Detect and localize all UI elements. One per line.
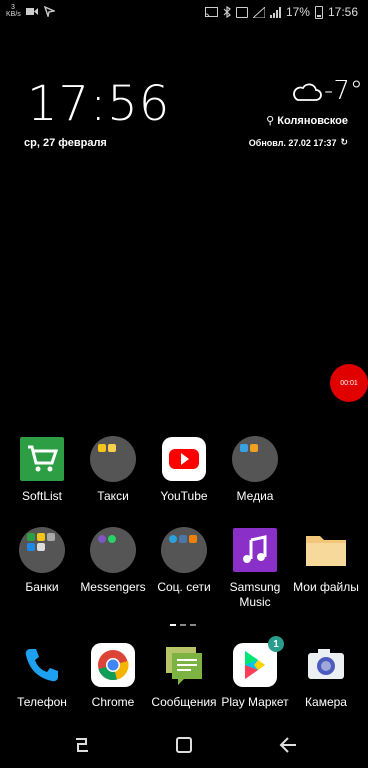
screen-recorder-button[interactable]: 00:01 bbox=[330, 364, 368, 402]
app-label: Play Маркет bbox=[221, 695, 289, 709]
dock-chrome[interactable]: Chrome bbox=[73, 642, 153, 710]
weather-updated[interactable]: Обновл. 27.02 17:37 ↻ bbox=[249, 137, 348, 148]
folder-taxi[interactable]: Такси bbox=[73, 436, 153, 504]
app-label: Мои файлы bbox=[293, 580, 359, 594]
app-softlist[interactable]: SoftList bbox=[2, 436, 82, 504]
chrome-icon bbox=[90, 642, 136, 688]
app-label: YouTube bbox=[160, 489, 208, 503]
folder-media[interactable]: Медиа bbox=[215, 436, 295, 504]
status-left: 3 KB/s bbox=[6, 4, 55, 18]
refresh-icon[interactable]: ↻ bbox=[340, 137, 348, 148]
back-button[interactable] bbox=[278, 736, 298, 754]
app-label: Соц. сети bbox=[157, 580, 211, 594]
play-store-icon: 1 bbox=[232, 636, 284, 688]
messengers-folder-icon bbox=[90, 527, 136, 573]
signal-icon bbox=[269, 6, 281, 18]
weather-temperature[interactable]: -7° bbox=[324, 76, 363, 106]
my-files-icon bbox=[303, 527, 349, 573]
recent-apps-button[interactable] bbox=[72, 736, 92, 754]
battery-icon bbox=[314, 5, 323, 19]
app-label: SoftList bbox=[21, 489, 63, 503]
status-time: 17:56 bbox=[327, 5, 358, 19]
app-my-files[interactable]: Мои файлы bbox=[286, 527, 366, 595]
social-folder-icon bbox=[161, 527, 207, 573]
status-right: 17% 17:56 bbox=[204, 5, 358, 19]
network-speed: 3 KB/s bbox=[6, 4, 21, 18]
widget-date[interactable]: ср, 27 февраля bbox=[24, 137, 107, 149]
app-label: Медиа bbox=[236, 489, 274, 503]
battery-percent: 17% bbox=[285, 5, 310, 19]
app-samsung-music[interactable]: Samsung Music bbox=[215, 527, 295, 610]
cast-icon bbox=[204, 6, 218, 17]
wifi-icon bbox=[252, 6, 265, 18]
dock-camera[interactable]: Камера bbox=[286, 642, 366, 710]
widget-clock-time[interactable]: 17:56 bbox=[27, 76, 170, 132]
softlist-cart-icon bbox=[19, 436, 65, 482]
youtube-icon bbox=[161, 436, 207, 482]
folder-social[interactable]: Соц. сети bbox=[144, 527, 224, 595]
cloud-icon[interactable] bbox=[290, 82, 322, 102]
app-label: Камера bbox=[305, 695, 347, 709]
location-pin-icon: ⚲ bbox=[266, 115, 275, 127]
app-label: Messengers bbox=[80, 580, 146, 594]
updated-text: Обновл. 27.02 17:37 bbox=[248, 137, 337, 148]
video-icon bbox=[26, 7, 38, 15]
weather-location[interactable]: ⚲ Коляновское bbox=[266, 114, 348, 127]
taxi-folder-icon bbox=[90, 436, 136, 482]
banks-folder-icon bbox=[19, 527, 65, 573]
app-label: Телефон bbox=[17, 695, 67, 709]
phone-icon bbox=[19, 642, 65, 688]
app-label: Банки bbox=[25, 580, 59, 594]
app-label: Samsung Music bbox=[229, 580, 281, 609]
app-label: Сообщения bbox=[151, 695, 217, 709]
status-bar: 3 KB/s 17% 17:56 bbox=[0, 0, 368, 28]
app-youtube[interactable]: YouTube bbox=[144, 436, 224, 504]
home-button[interactable] bbox=[174, 736, 194, 754]
app-label: Такси bbox=[97, 489, 129, 503]
recorder-time: 00:01 bbox=[340, 379, 358, 387]
page-indicator bbox=[170, 624, 196, 626]
camera-icon bbox=[303, 642, 349, 688]
folder-banks[interactable]: Банки bbox=[2, 527, 82, 595]
navigation-bar bbox=[0, 722, 368, 768]
location-name: Коляновское bbox=[277, 115, 348, 127]
dock-messages[interactable]: Сообщения bbox=[144, 642, 224, 710]
messages-icon bbox=[161, 642, 207, 688]
dock-play-store[interactable]: 1 Play Маркет bbox=[215, 636, 295, 710]
location-arrow-icon bbox=[44, 5, 55, 17]
media-folder-icon bbox=[232, 436, 278, 482]
dock-phone[interactable]: Телефон bbox=[2, 642, 82, 710]
nfc-icon bbox=[235, 6, 248, 18]
app-label: Chrome bbox=[91, 695, 135, 709]
samsung-music-icon bbox=[232, 527, 278, 573]
notification-badge: 1 bbox=[268, 636, 284, 652]
folder-messengers[interactable]: Messengers bbox=[73, 527, 153, 595]
bluetooth-icon bbox=[223, 6, 231, 18]
